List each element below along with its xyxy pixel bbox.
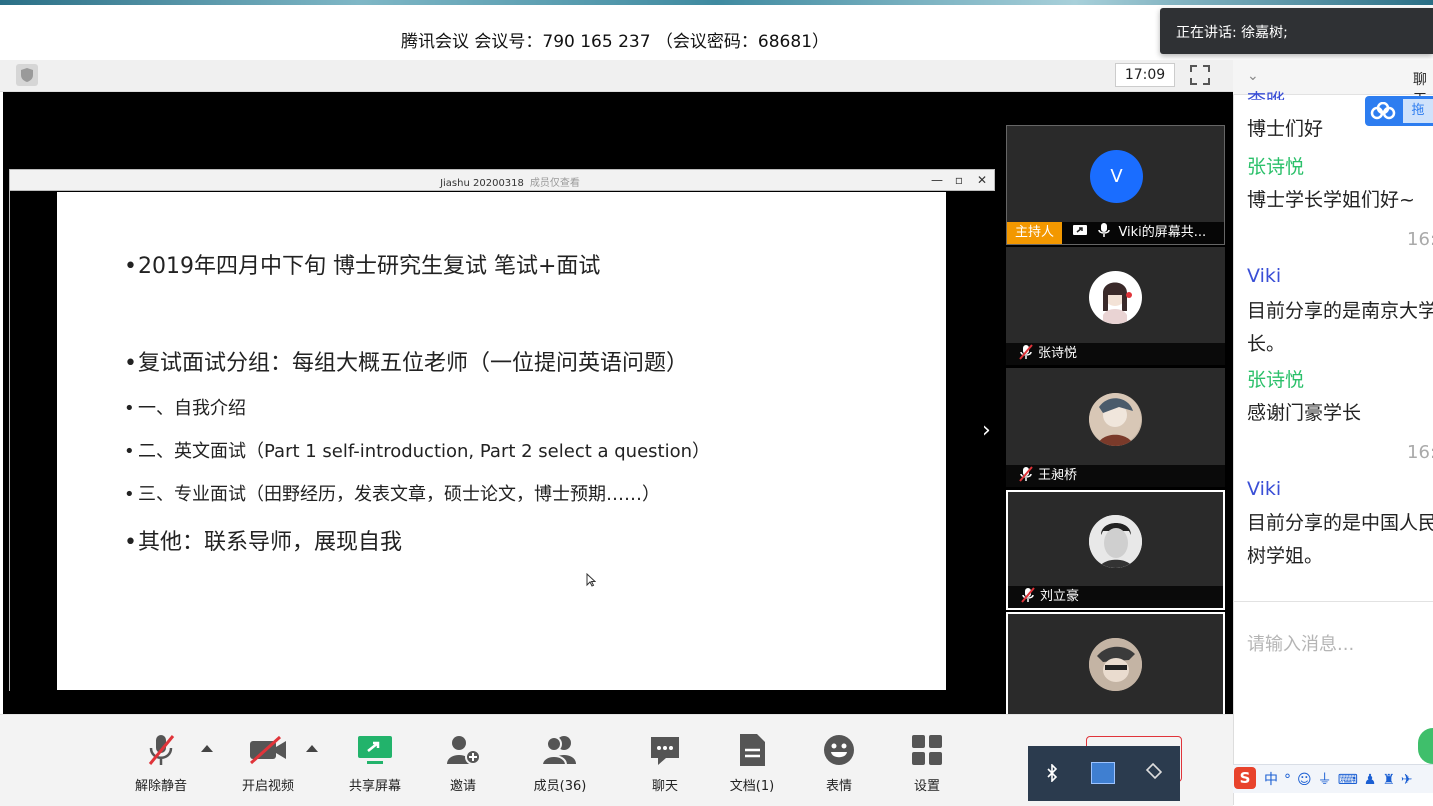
microphone-icon (1098, 222, 1111, 237)
shared-window-title: Jiashu 20200318 (440, 178, 524, 189)
divider (1233, 601, 1433, 602)
participant-tile[interactable] (1006, 612, 1225, 714)
chat-message: 目前分享的是中国人民 (1247, 512, 1433, 534)
chevron-down-icon[interactable]: ⌄ (1247, 68, 1259, 84)
muted-mic-icon (1018, 466, 1034, 482)
chat-sender: 张诗悦 (1247, 369, 1305, 391)
chat-sender: Viki (1247, 478, 1282, 500)
chat-input[interactable]: 请输入消息... (1247, 630, 1354, 656)
muted-mic-icon (1020, 587, 1036, 603)
slide-bullet: • 一、自我介绍 (124, 398, 246, 419)
members-icon (515, 732, 605, 768)
ime-status-icons[interactable]: 中°☺⏚⌨♟♜✈ (1264, 769, 1419, 789)
avatar (1089, 638, 1142, 691)
sogou-icon[interactable]: S (1234, 767, 1256, 789)
chat-message: 目前分享的是南京大学 (1247, 300, 1433, 322)
chat-timestamp: 16: (1407, 442, 1433, 463)
system-tray-popup (1028, 746, 1180, 801)
documents-button[interactable]: 文档(1) (707, 732, 797, 794)
video-off-icon (223, 732, 313, 768)
participant-tile[interactable]: V 主持人 Viki的屏幕共... (1006, 125, 1225, 245)
minimize-icon[interactable]: — (929, 172, 945, 188)
chat-sender: 李晔 (1247, 86, 1285, 100)
chevron-up-icon[interactable] (306, 745, 318, 752)
drag-button-label: 拖 (1403, 99, 1433, 123)
chat-message: 感谢门豪学长 (1247, 402, 1362, 424)
share-screen-button[interactable]: 共享屏幕 (330, 732, 420, 794)
usb-eject-icon[interactable] (1144, 762, 1163, 785)
chat-sender: Viki (1247, 265, 1282, 287)
slide-bullet: • 三、专业面试（田野经历，发表文章，硕士论文，博士预期……） (124, 484, 660, 505)
network-icon[interactable] (1091, 762, 1115, 784)
chat-timestamp: 16: (1407, 229, 1433, 250)
mouse-cursor-icon (586, 572, 597, 591)
unmute-button[interactable]: 解除静音 (116, 732, 206, 794)
participant-name: 王昶桥 (1038, 468, 1078, 483)
drag-button[interactable]: 拖 (1365, 96, 1433, 126)
share-screen-icon (330, 732, 420, 768)
chat-message: 博士学长学姐们好~ (1247, 189, 1415, 211)
muted-mic-icon (116, 732, 206, 768)
chat-sender: 张诗悦 (1247, 156, 1305, 178)
security-shield-icon[interactable] (16, 64, 38, 86)
chat-message: 树学姐。 (1247, 545, 1324, 567)
muted-mic-icon (1018, 344, 1034, 360)
avatar: V (1090, 150, 1143, 203)
emoji-button[interactable]: 表情 (794, 732, 884, 794)
meeting-title: 腾讯会议 会议号：790 165 237 （会议密码：68681） (400, 32, 830, 52)
start-video-button[interactable]: 开启视频 (223, 732, 313, 794)
participant-name: 张诗悦 (1038, 346, 1078, 361)
meeting-clock: 17:09 (1115, 63, 1175, 87)
avatar (1089, 271, 1142, 324)
slide-bullet: •复试面试分组：每组大概五位老师（一位提问英语问题） (124, 351, 689, 376)
emoji-icon (794, 732, 884, 768)
avatar (1089, 393, 1142, 446)
slide-bullet: •2019年四月中下旬 博士研究生复试 笔试+面试 (124, 254, 601, 279)
chevron-up-icon[interactable] (201, 745, 213, 752)
participant-tile[interactable]: 张诗悦 (1006, 247, 1225, 365)
settings-button[interactable]: 设置 (882, 732, 972, 794)
ime-toolbar[interactable]: S 中°☺⏚⌨♟♜✈ (1232, 764, 1433, 793)
participant-name: 刘立豪 (1040, 589, 1080, 604)
shared-window-titlebar: Jiashu 20200318 成员仅查看 — ▫ ✕ (9, 169, 995, 191)
participant-tile[interactable]: 刘立豪 (1006, 490, 1225, 610)
slide-left-margin (9, 191, 58, 691)
invite-button[interactable]: 邀请 (418, 732, 508, 794)
chat-message: 长。 (1247, 333, 1286, 355)
participant-tile[interactable]: 王昶桥 (1006, 368, 1225, 487)
document-icon (707, 732, 797, 768)
bluetooth-icon[interactable] (1045, 763, 1059, 786)
slide-bullet: •其他：联系导师，展现自我 (124, 530, 403, 555)
slide-bullet: • 二、英文面试（Part 1 self-introduction, Part 2… (124, 441, 711, 462)
restore-icon[interactable]: ▫ (951, 172, 967, 188)
participant-name: Viki的屏幕共... (1118, 225, 1207, 240)
view-only-label: 成员仅查看 (529, 178, 580, 189)
chat-button[interactable]: 聊天 (620, 732, 710, 794)
close-icon[interactable]: ✕ (974, 172, 990, 188)
chevron-right-icon[interactable]: › (982, 418, 991, 443)
fullscreen-icon[interactable] (1188, 63, 1212, 87)
add-user-icon (418, 732, 508, 768)
settings-grid-icon (882, 732, 972, 768)
speaking-indicator: 正在讲话: 徐嘉树; (1160, 8, 1433, 54)
chat-icon (620, 732, 710, 768)
meeting-subbar (0, 60, 1233, 92)
screen-share-icon (1072, 224, 1088, 238)
chat-message: 博士们好 (1247, 118, 1324, 140)
members-button[interactable]: 成员(36) (515, 732, 605, 794)
host-badge: 主持人 (1007, 222, 1063, 244)
avatar (1089, 515, 1142, 568)
